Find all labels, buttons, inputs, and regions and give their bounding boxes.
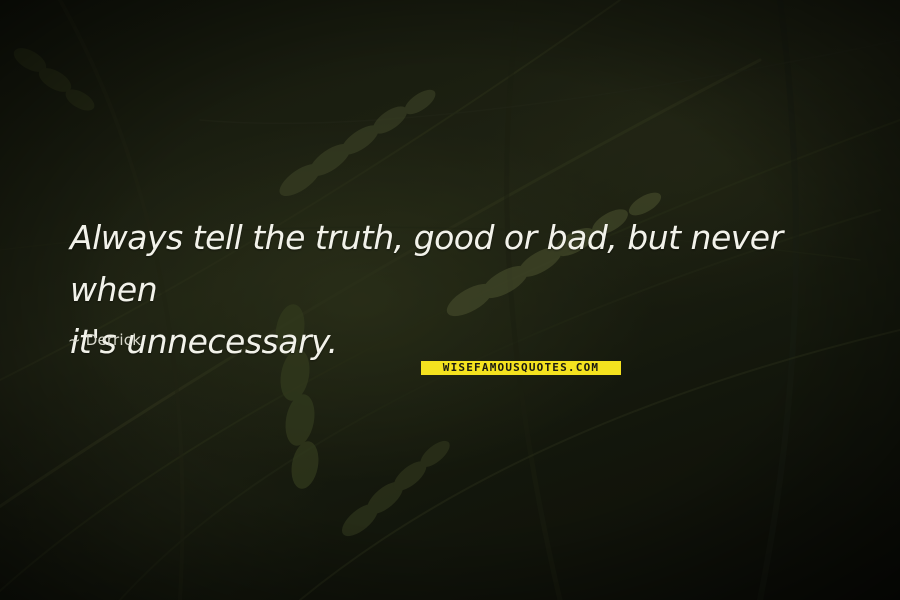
quote-author: ~ Derrick [68,331,142,349]
quote-image: Always tell the truth, good or bad, but … [0,0,900,600]
watermark-logo: WISEFAMOUSQUOTES.COM [421,361,621,375]
quote-text: Always tell the truth, good or bad, but … [70,212,850,368]
quote-line-1: Always tell the truth, good or bad, but … [70,218,783,309]
